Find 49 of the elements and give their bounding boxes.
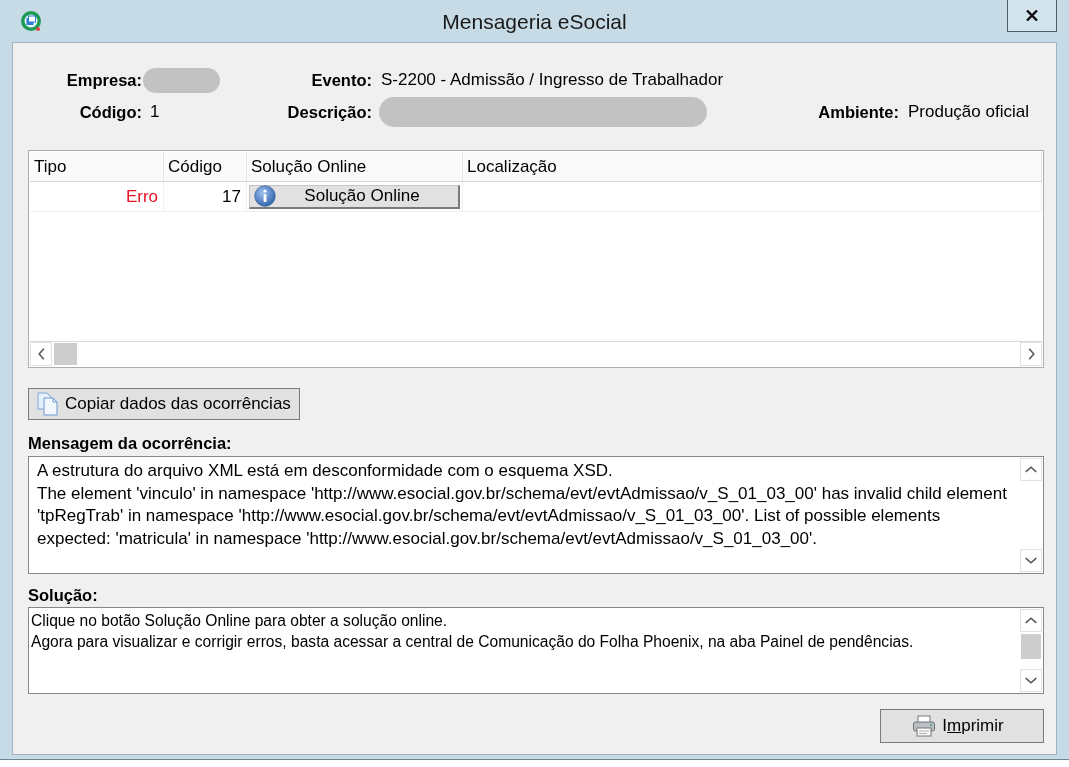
chevron-right-icon — [1027, 348, 1035, 360]
field-label: Descrição: — [287, 102, 372, 122]
chevron-left-icon — [37, 348, 45, 360]
chevron-down-icon — [1025, 557, 1037, 564]
field-label: Empresa: — [66, 70, 142, 90]
field-label: Ambiente: — [818, 102, 899, 122]
scroll-down-button[interactable] — [1020, 669, 1042, 692]
table-cell: 17 — [164, 182, 247, 211]
close-icon — [1026, 10, 1038, 21]
printer-icon — [912, 715, 937, 737]
scroll-left-button[interactable] — [30, 342, 52, 366]
chevron-up-icon — [1025, 466, 1037, 473]
column-header[interactable]: Tipo — [30, 152, 164, 181]
message-text-box[interactable] — [28, 456, 1044, 574]
field-value: Produção oficial — [907, 102, 1029, 122]
solution-text: Agora para visualizar e corrigir erros, basta acessar a central de Comunicação do Folha Phoenix, na aba Painel de pendências. — [31, 632, 915, 652]
vertical-scrollbar[interactable] — [1019, 457, 1043, 573]
message-label: Mensagem da ocorrência: — [28, 433, 232, 453]
field-value: S-2200 - Admissão / Ingresso de Trabalhador — [380, 70, 724, 90]
field-label: Código: — [79, 102, 142, 122]
chevron-up-icon — [1025, 617, 1037, 624]
info-icon — [254, 185, 276, 207]
solution-label: Solução: — [28, 585, 98, 605]
table-cell: Erro — [30, 182, 164, 211]
online-solution-button[interactable]: Solução Online — [249, 184, 460, 209]
scroll-right-button[interactable] — [1020, 342, 1042, 366]
horizontal-scrollbar[interactable] — [30, 341, 1042, 366]
scroll-up-button[interactable] — [1020, 609, 1042, 632]
copy-icon — [36, 392, 60, 416]
solution-text-box[interactable]: Clique no botão Solução Online para obter a solução online. Agora para visualizar e corrigir erros, basta acessar a central de Comunicação do Folha Phoenix, na aba Painel de pendências. — [28, 607, 1044, 694]
field-label: Evento: — [311, 70, 372, 90]
column-header[interactable]: Código — [164, 152, 247, 181]
print-button[interactable]: Imprimir — [880, 709, 1044, 743]
copy-data-button[interactable]: Copiar dados das ocorrências — [28, 388, 300, 420]
column-header[interactable]: Localização — [463, 152, 1042, 181]
message-text: The element 'vinculo' in namespace 'http://www.esocial.gov.br/schema/evt/evtAdmissao/v_S_01_03_00' has invalid child element 'tpRegTrab' in namespace 'http://www.esocial.gov.br/schema/evt/evtAdmissao/v_S_01_03_00'. List of possible elements expected: 'matricula' in namespace 'http://www.esocial.gov.br/schema/evt/evtAdmissao/v_S_01_03_00'. — [37, 482, 1008, 551]
message-text: A estrutura do arquivo XML está em desconformidade com o esquema XSD. — [37, 460, 614, 482]
solution-text: Clique no botão Solução Online para obter a solução online. — [31, 611, 449, 631]
field-value: 1 — [149, 102, 160, 122]
scrollbar-thumb[interactable] — [54, 343, 77, 365]
scrollbar-thumb[interactable] — [1021, 634, 1041, 659]
close-button[interactable] — [1007, 0, 1057, 32]
column-header[interactable]: Solução Online — [247, 152, 463, 181]
app-logo-icon — [20, 10, 42, 32]
scroll-up-button[interactable] — [1020, 458, 1042, 481]
chevron-down-icon — [1025, 677, 1037, 684]
vertical-scrollbar[interactable] — [1019, 608, 1043, 693]
window-title: Mensageria eSocial — [442, 9, 627, 34]
scroll-down-button[interactable] — [1020, 549, 1042, 572]
